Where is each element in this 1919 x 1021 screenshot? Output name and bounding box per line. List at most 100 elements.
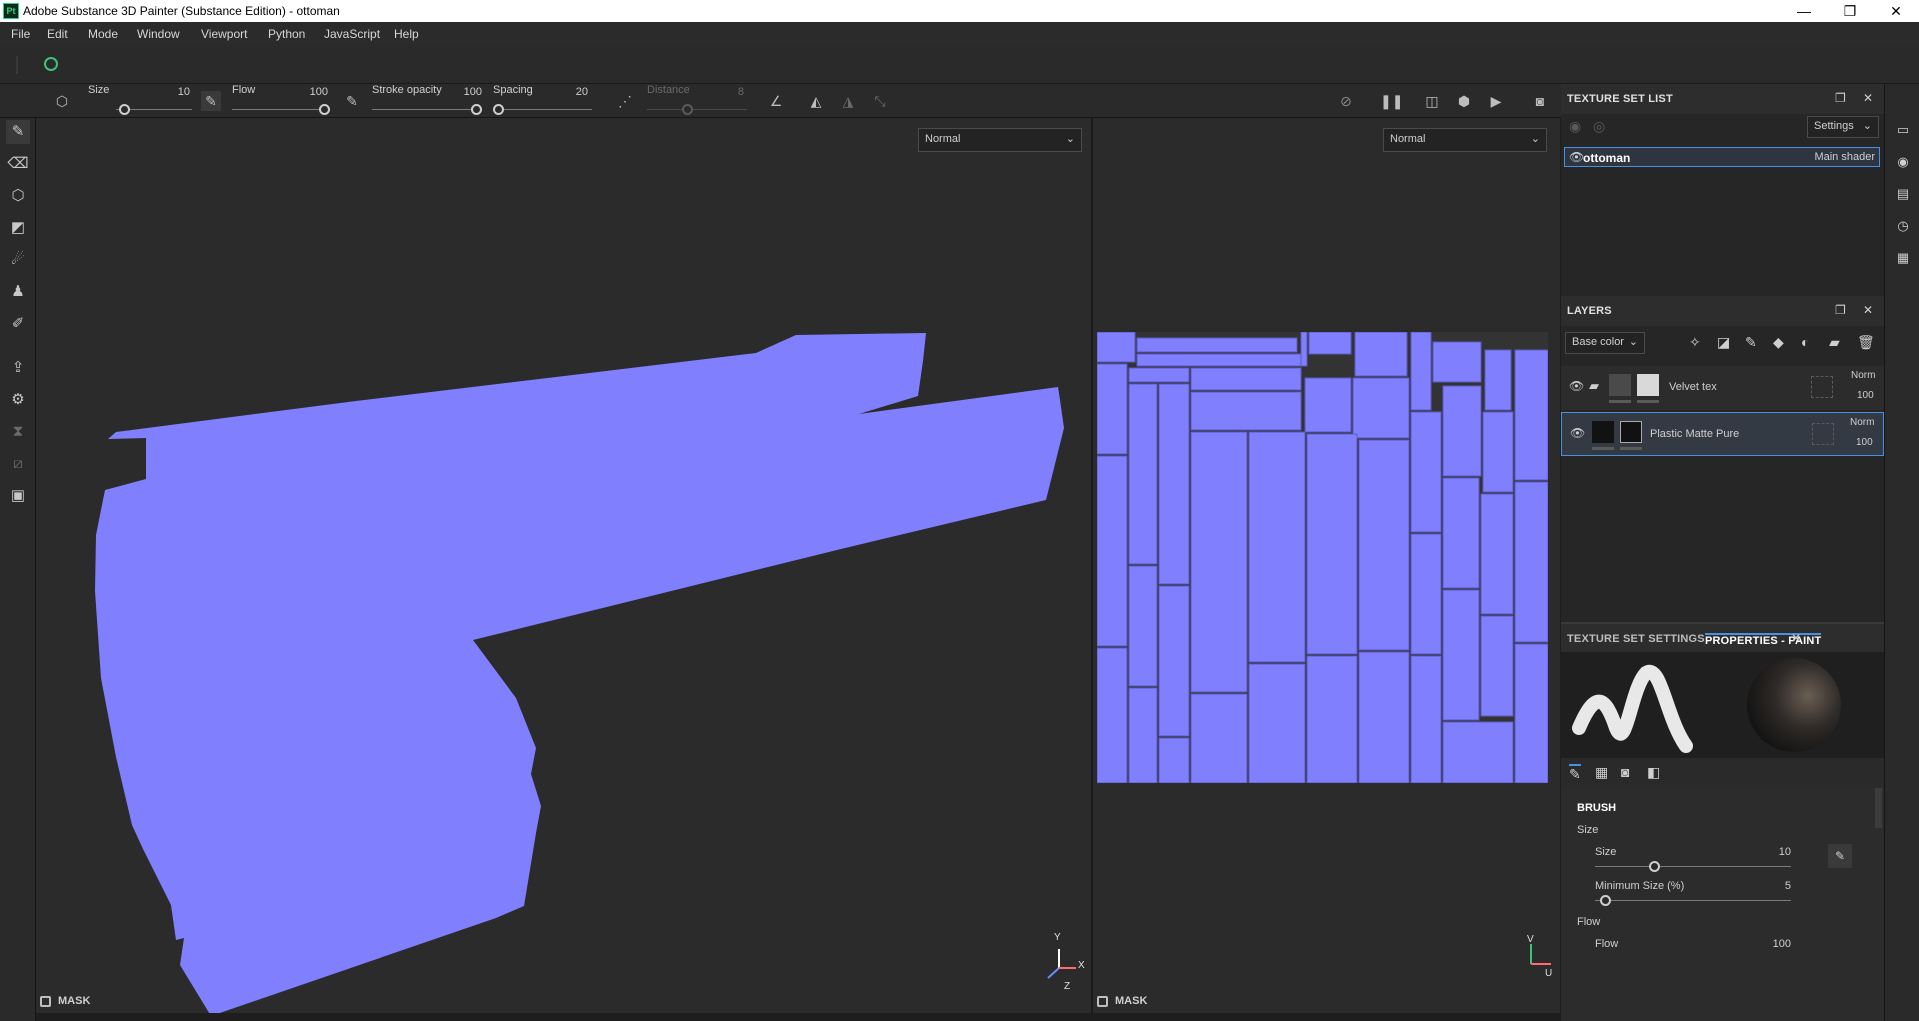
camera-icon[interactable]: ▶ bbox=[1486, 91, 1506, 111]
menu-window[interactable]: Window bbox=[137, 27, 180, 41]
export-icon[interactable]: ▣ bbox=[6, 484, 30, 508]
polygon-fill-icon[interactable]: ◩ bbox=[6, 216, 30, 240]
pen-pressure-icon[interactable]: ✎ bbox=[1828, 844, 1852, 868]
distance-slider[interactable] bbox=[647, 109, 747, 110]
add-mask-icon[interactable]: ◪ bbox=[1717, 334, 1730, 351]
viewport-3d[interactable]: Normal ⌄ Y X Z MASK bbox=[36, 118, 1091, 1013]
layer-item[interactable]: 👁 ▰ Velvet tex Norm 100 bbox=[1561, 366, 1884, 410]
transform-icon[interactable]: ⤡ bbox=[870, 91, 890, 111]
ottoman-mesh[interactable] bbox=[36, 118, 1091, 1013]
projection-icon[interactable]: ⬡ bbox=[6, 184, 30, 208]
display-settings-icon[interactable]: ◉ bbox=[1893, 152, 1913, 172]
undock-icon[interactable]: ❐ bbox=[1835, 303, 1846, 317]
add-smart-material-icon[interactable]: ◐ bbox=[1801, 334, 1809, 350]
menu-viewport[interactable]: Viewport bbox=[201, 27, 247, 41]
layer-opacity[interactable]: 100 bbox=[1857, 390, 1874, 401]
pen-pressure-flow-icon[interactable]: ✎ bbox=[342, 91, 362, 111]
layer-item[interactable]: 👁 Plastic Matte Pure Norm 100 bbox=[1561, 412, 1884, 456]
stroke-opacity-slider-knob[interactable] bbox=[471, 104, 482, 115]
add-paint-layer-icon[interactable]: ✎ bbox=[1745, 334, 1757, 351]
eye-icon[interactable]: 👁 bbox=[1569, 379, 1584, 393]
menu-python[interactable]: Python bbox=[268, 27, 305, 41]
restore-button[interactable]: ❐ bbox=[1827, 0, 1873, 22]
log-icon[interactable]: ▦ bbox=[1893, 248, 1913, 268]
split-view-icon[interactable]: ◫ bbox=[1422, 91, 1442, 111]
viewport-2d-blend-select[interactable]: Normal ⌄ bbox=[1383, 128, 1547, 152]
hide-ui-icon[interactable]: ⊘ bbox=[1336, 91, 1356, 111]
properties-scrollbar[interactable] bbox=[1875, 788, 1882, 828]
texture-set-shader[interactable]: Main shader bbox=[1814, 151, 1875, 163]
minimize-button[interactable]: — bbox=[1781, 0, 1827, 22]
delete-layer-icon[interactable]: 🗑 bbox=[1857, 334, 1875, 351]
layer-opacity[interactable]: 100 bbox=[1856, 437, 1873, 448]
menu-mode[interactable]: Mode bbox=[88, 27, 118, 41]
pen-pressure-size-icon[interactable]: ✎ bbox=[201, 91, 221, 111]
mask-2d-toggle[interactable]: MASK bbox=[1093, 991, 1213, 1013]
distance-slider-knob[interactable] bbox=[682, 104, 693, 115]
stroke-opacity-slider[interactable] bbox=[372, 109, 476, 110]
bake-icon[interactable]: ⇪ bbox=[6, 356, 30, 380]
assets-icon[interactable]: ▤ bbox=[1893, 184, 1913, 204]
history-icon[interactable]: ◷ bbox=[1893, 216, 1913, 236]
brush-size-value[interactable]: 10 bbox=[1761, 846, 1791, 858]
pause-render-icon[interactable]: ❚❚ bbox=[1380, 91, 1403, 111]
color-picker-icon[interactable]: ✐ bbox=[6, 312, 30, 336]
mask-3d-toggle[interactable]: MASK bbox=[36, 991, 156, 1013]
min-size-slider-knob[interactable] bbox=[1599, 895, 1611, 906]
lazy-mouse-icon[interactable]: ⋰ bbox=[615, 91, 635, 111]
spacing-slider-knob[interactable] bbox=[492, 104, 504, 115]
viewport-2d[interactable]: Normal ⌄ V U MASK bbox=[1093, 118, 1560, 1013]
eye-icon[interactable]: 👁 bbox=[1569, 150, 1584, 164]
menu-help[interactable]: Help bbox=[394, 27, 419, 41]
flow-slider-knob[interactable] bbox=[319, 104, 330, 115]
menu-javascript[interactable]: JavaScript bbox=[324, 27, 380, 41]
spacing-value[interactable]: 20 bbox=[558, 86, 588, 98]
close-panel-icon[interactable]: ✕ bbox=[1791, 631, 1801, 645]
brush-size-slider[interactable] bbox=[1595, 866, 1791, 867]
symmetry-options-icon[interactable]: ◮ bbox=[838, 91, 858, 111]
flow-slider[interactable] bbox=[232, 109, 324, 110]
angle-icon[interactable]: ∠ bbox=[766, 91, 786, 111]
eye-icon[interactable]: 👁 bbox=[1570, 426, 1585, 440]
alpha-tab-icon[interactable]: ▦ bbox=[1595, 764, 1608, 781]
menu-file[interactable]: File bbox=[11, 27, 30, 41]
stroke-opacity-value[interactable]: 100 bbox=[452, 86, 482, 98]
sync-status-icon[interactable] bbox=[44, 57, 58, 71]
eraser-icon[interactable]: ⌫ bbox=[6, 152, 30, 176]
shelf-dock-icon[interactable]: ▭ bbox=[1893, 120, 1913, 140]
min-size-value[interactable]: 5 bbox=[1761, 880, 1791, 892]
distance-value[interactable]: 8 bbox=[714, 86, 744, 98]
visibility-toggle-icon[interactable]: ◉ bbox=[1569, 118, 1581, 135]
view-cube-icon[interactable]: ⬢ bbox=[1454, 91, 1474, 111]
min-size-slider[interactable] bbox=[1595, 900, 1791, 901]
close-panel-icon[interactable]: ✕ bbox=[1863, 91, 1873, 105]
add-fill-layer-icon[interactable]: ◆ bbox=[1773, 334, 1784, 351]
clone-icon[interactable]: ♟ bbox=[6, 280, 30, 304]
undock-icon[interactable]: ❐ bbox=[1835, 91, 1846, 105]
screenshot-icon[interactable]: ◙ bbox=[1530, 91, 1550, 111]
layer-name[interactable]: Plastic Matte Pure bbox=[1650, 428, 1739, 440]
layers-channel-select[interactable]: Base color ⌄ bbox=[1565, 332, 1645, 354]
menu-edit[interactable]: Edit bbox=[47, 27, 68, 41]
add-effect-icon[interactable]: ✧ bbox=[1689, 334, 1701, 351]
flow-value[interactable]: 100 bbox=[298, 86, 328, 98]
tab-texture-set-settings[interactable]: TEXTURE SET SETTINGS bbox=[1567, 633, 1705, 645]
uv-tool-icon[interactable]: ⧄ bbox=[6, 452, 30, 476]
add-folder-icon[interactable]: ▰ bbox=[1829, 334, 1840, 351]
layer-name[interactable]: Velvet tex bbox=[1669, 381, 1717, 393]
brush-tab-icon[interactable]: ✎ bbox=[1569, 764, 1581, 783]
layer-blend-mode[interactable]: Norm bbox=[1851, 370, 1875, 381]
size-value[interactable]: 10 bbox=[160, 86, 190, 98]
tab-properties-paint[interactable]: PROPERTIES - PAINT bbox=[1705, 633, 1822, 647]
brush-flow-value[interactable]: 100 bbox=[1761, 938, 1791, 950]
geometry-mask-icon[interactable]: ⧗ bbox=[6, 420, 30, 444]
texture-set-item-ottoman[interactable]: 👁 ottoman Main shader bbox=[1564, 147, 1880, 167]
symmetry-icon[interactable]: ◭ bbox=[806, 91, 826, 111]
close-button[interactable]: ✕ bbox=[1873, 0, 1919, 22]
render-icon[interactable]: ⚙ bbox=[6, 388, 30, 412]
paint-brush-icon[interactable]: ✎ bbox=[6, 120, 30, 144]
material-tab-icon[interactable]: ◧ bbox=[1647, 764, 1660, 781]
layer-blend-mode[interactable]: Norm bbox=[1850, 417, 1874, 428]
brush-mode-icon[interactable]: ⬡ bbox=[52, 91, 72, 111]
size-slider-knob[interactable] bbox=[118, 104, 130, 115]
